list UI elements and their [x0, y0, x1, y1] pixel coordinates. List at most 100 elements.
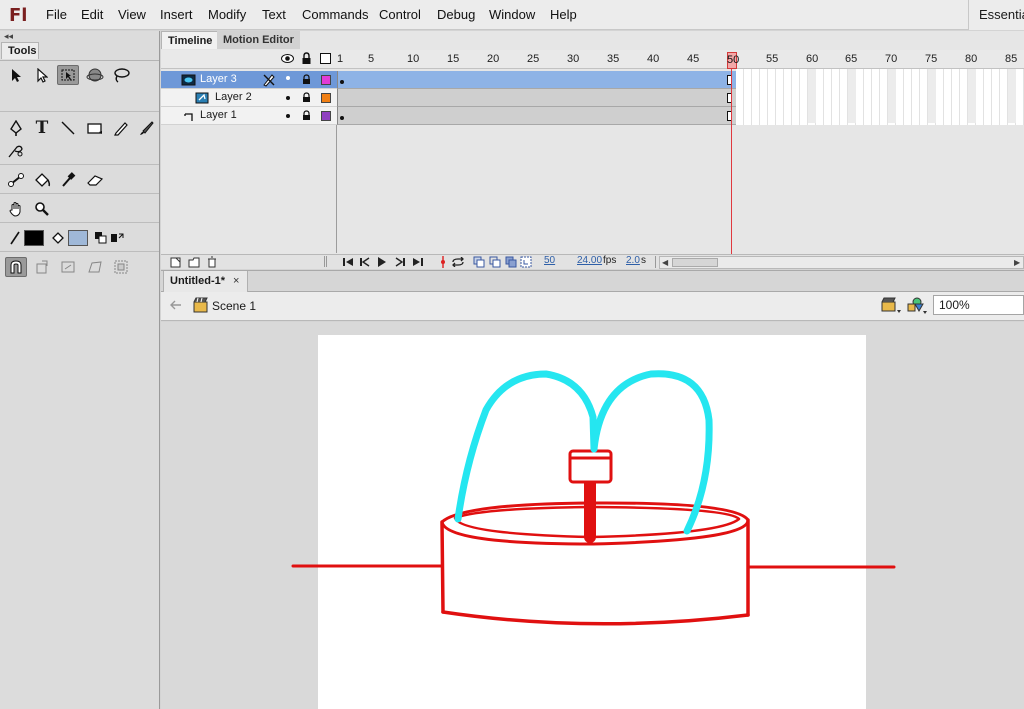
workspace-switcher[interactable]: Essentials [968, 0, 1024, 30]
loop-icon[interactable] [450, 256, 466, 270]
edit-multiple-frames-icon[interactable] [505, 256, 517, 271]
line-tool-icon[interactable] [57, 118, 79, 138]
menu-help[interactable]: Help [550, 7, 577, 22]
3d-rotation-tool-icon[interactable] [84, 65, 106, 85]
selection-tool-icon[interactable] [5, 65, 27, 85]
swap-colors-icon[interactable] [106, 228, 128, 248]
skew-option-icon[interactable] [84, 257, 106, 277]
elapsed-time-readout[interactable]: 2.0 [626, 255, 640, 266]
menu-window[interactable]: Window [489, 7, 535, 22]
keyframe-dot[interactable] [340, 116, 344, 120]
step-back-icon[interactable] [359, 257, 371, 270]
onion-skin-icon[interactable] [473, 256, 485, 271]
lock-icon[interactable] [301, 52, 312, 68]
close-icon[interactable]: × [233, 275, 239, 287]
menu-text[interactable]: Text [262, 7, 286, 22]
fill-color-swatch[interactable] [68, 230, 88, 246]
fps-readout[interactable]: 24.00 [577, 255, 602, 266]
layer-row-layer-2[interactable]: Layer 2 [161, 89, 337, 107]
current-frame-readout[interactable]: 50 [544, 255, 555, 266]
layer-frames-layer-2[interactable] [337, 89, 736, 107]
menu-edit[interactable]: Edit [81, 7, 103, 22]
go-to-first-frame-icon[interactable] [342, 257, 354, 270]
menu-control[interactable]: Control [379, 7, 421, 22]
playhead-frame: 50 [727, 54, 740, 66]
keyframe-dot[interactable] [340, 80, 344, 84]
back-arrow-icon[interactable] [170, 299, 182, 313]
layer-name[interactable]: Layer 2 [215, 91, 252, 103]
document-tab[interactable]: Untitled-1* × [163, 271, 249, 292]
menu-commands[interactable]: Commands [302, 7, 368, 22]
deco-tool-icon[interactable] [5, 141, 27, 161]
menu-debug[interactable]: Debug [437, 7, 475, 22]
layer-frames-layer-1[interactable] [337, 107, 736, 125]
rotate-option-icon[interactable] [31, 257, 53, 277]
frames-grid[interactable] [736, 69, 1024, 125]
playhead[interactable]: 50 [727, 52, 740, 69]
collapse-icon[interactable]: ◂◂ [4, 31, 13, 42]
layer-frames-layer-3[interactable] [337, 71, 736, 89]
free-transform-tool-icon[interactable] [57, 65, 79, 85]
rectangle-tool-icon[interactable] [84, 118, 106, 138]
visibility-dot[interactable] [286, 96, 290, 100]
timeline-scrollbar[interactable]: ◀ ▶ [659, 256, 1024, 269]
scroll-left-icon[interactable]: ◀ [662, 258, 668, 267]
menu-modify[interactable]: Modify [208, 7, 246, 22]
play-icon[interactable] [377, 257, 387, 270]
edit-scene-icon[interactable] [880, 296, 902, 318]
stroke-color-swatch[interactable] [24, 230, 44, 246]
tab-timeline[interactable]: Timeline [161, 31, 220, 49]
eye-icon[interactable] [281, 53, 294, 67]
layer-color-swatch[interactable] [321, 111, 331, 121]
layer-color-swatch[interactable] [321, 75, 331, 85]
subselection-tool-icon[interactable] [31, 65, 53, 85]
lock-icon[interactable] [302, 110, 311, 124]
text-tool-icon[interactable]: T [31, 118, 53, 138]
eyedropper-tool-icon[interactable] [57, 170, 79, 190]
smooth-option-icon[interactable] [110, 257, 132, 277]
layer-row-layer-1[interactable]: Layer 1 [161, 107, 337, 125]
frame-number: 85 [1005, 53, 1018, 65]
center-frame-icon[interactable] [439, 256, 447, 271]
paint-bucket-tool-icon[interactable] [31, 170, 53, 190]
edit-symbols-icon[interactable] [906, 296, 928, 318]
visibility-dot[interactable] [286, 76, 290, 80]
layer-color-swatch[interactable] [321, 93, 331, 103]
lock-icon[interactable] [302, 92, 311, 106]
layer-name[interactable]: Layer 3 [200, 73, 237, 85]
new-layer-icon[interactable] [170, 257, 181, 271]
menu-file[interactable]: File [46, 7, 67, 22]
layer-row-layer-3[interactable]: Layer 3 [161, 71, 337, 89]
snap-to-objects-icon[interactable] [5, 257, 27, 277]
scroll-right-icon[interactable]: ▶ [1014, 258, 1020, 267]
onion-skin-outlines-icon[interactable] [489, 256, 501, 271]
menu-view[interactable]: View [118, 7, 146, 22]
splitter-handle[interactable] [324, 256, 327, 267]
pen-tool-icon[interactable] [5, 118, 27, 138]
stroke-color-icon[interactable] [4, 228, 26, 248]
bone-tool-icon[interactable] [5, 170, 27, 190]
brush-tool-icon[interactable] [136, 118, 158, 138]
go-to-last-frame-icon[interactable] [412, 257, 424, 270]
tab-motion-editor[interactable]: Motion Editor [217, 31, 300, 49]
new-folder-icon[interactable] [188, 257, 200, 271]
visibility-dot[interactable] [286, 114, 290, 118]
step-forward-icon[interactable] [394, 257, 406, 270]
outline-icon[interactable] [320, 53, 331, 64]
scene-name[interactable]: Scene 1 [212, 299, 256, 313]
scrollbar-thumb[interactable] [672, 258, 718, 267]
pencil-tool-icon[interactable] [110, 118, 132, 138]
zoom-tool-icon[interactable] [31, 199, 53, 219]
lasso-tool-icon[interactable] [110, 65, 132, 85]
hand-tool-icon[interactable] [5, 199, 27, 219]
scale-option-icon[interactable] [57, 257, 79, 277]
fill-color-icon[interactable] [47, 228, 69, 248]
lock-icon[interactable] [302, 74, 311, 88]
trash-icon[interactable] [207, 256, 217, 271]
modify-onion-markers-icon[interactable] [520, 256, 532, 271]
layer-name[interactable]: Layer 1 [200, 109, 237, 121]
zoom-input[interactable]: 100% [933, 295, 1024, 315]
frame-number: 75 [925, 53, 938, 65]
eraser-tool-icon[interactable] [84, 170, 106, 190]
menu-insert[interactable]: Insert [160, 7, 193, 22]
